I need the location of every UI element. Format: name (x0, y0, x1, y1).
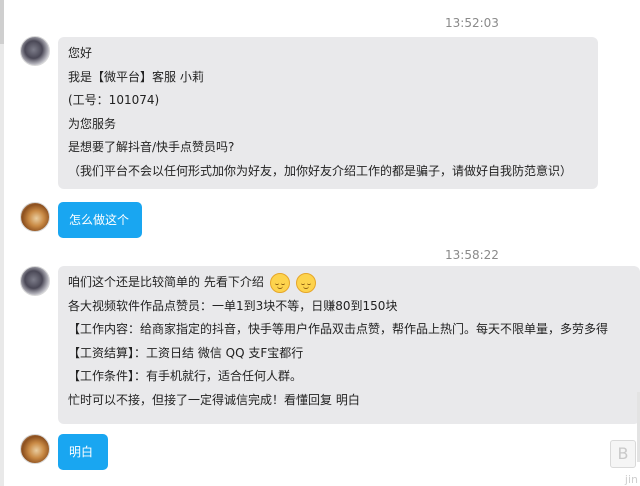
relieved-face-icon (295, 272, 316, 293)
relieved-face-icon (269, 272, 290, 293)
agent-avatar[interactable] (20, 266, 50, 296)
timestamp: 13:52:03 (445, 16, 499, 30)
message-line: 为您服务 (68, 116, 117, 131)
message-line: 忙时可以不接，但接了一定得诚信完成！看懂回复 明白 (68, 392, 360, 407)
left-scroll-edge (0, 0, 4, 486)
watermark-logo: B (610, 440, 636, 468)
agent-avatar[interactable] (20, 36, 50, 66)
agent-message-bubble[interactable]: 您好 我是【微平台】客服 小莉 (工号：101074) 为您服务 是想要了解抖音… (58, 37, 598, 189)
user-message-bubble[interactable]: 怎么做这个 (58, 202, 142, 238)
message-line: 【工作内容：给商家指定的抖音，快手等用户作品双击点赞，帮作品上热门。每天不限单量… (68, 322, 609, 336)
message-line: (工号：101074) (68, 93, 160, 107)
user-avatar[interactable] (20, 202, 50, 232)
message-line: 各大视频软件作品点赞员：一单1到3块不等，日赚80到150块 (68, 298, 398, 313)
user-message-bubble[interactable]: 明白 (58, 434, 108, 470)
message-line-text: 咱们这个还是比较简单的 先看下介绍 (68, 275, 264, 289)
message-line: 【工作条件】：有手机就行，适合任何人群。 (68, 369, 303, 383)
message-line: 您好 (68, 46, 93, 60)
message-line: 是想要了解抖音/快手点赞员吗? (68, 140, 235, 154)
message-line: 【工资结算】：工资日结 微信 QQ 支F宝都行 (68, 345, 304, 360)
message-line: 咱们这个还是比较简单的 先看下介绍 (68, 271, 640, 295)
agent-message-bubble[interactable]: 咱们这个还是比较简单的 先看下介绍 各大视频软件作品点赞员：一单1到3块不等，日… (58, 266, 640, 424)
user-avatar[interactable] (20, 434, 50, 464)
left-edge-marker (0, 0, 4, 44)
watermark-text: jin (624, 473, 638, 486)
timestamp: 13:58:22 (445, 248, 499, 262)
message-line: 我是【微平台】客服 小莉 (68, 69, 204, 84)
message-line: （我们平台不会以任何形式加你为好友，加你好友介绍工作的都是骗子，请做好自我防范意… (68, 163, 573, 178)
